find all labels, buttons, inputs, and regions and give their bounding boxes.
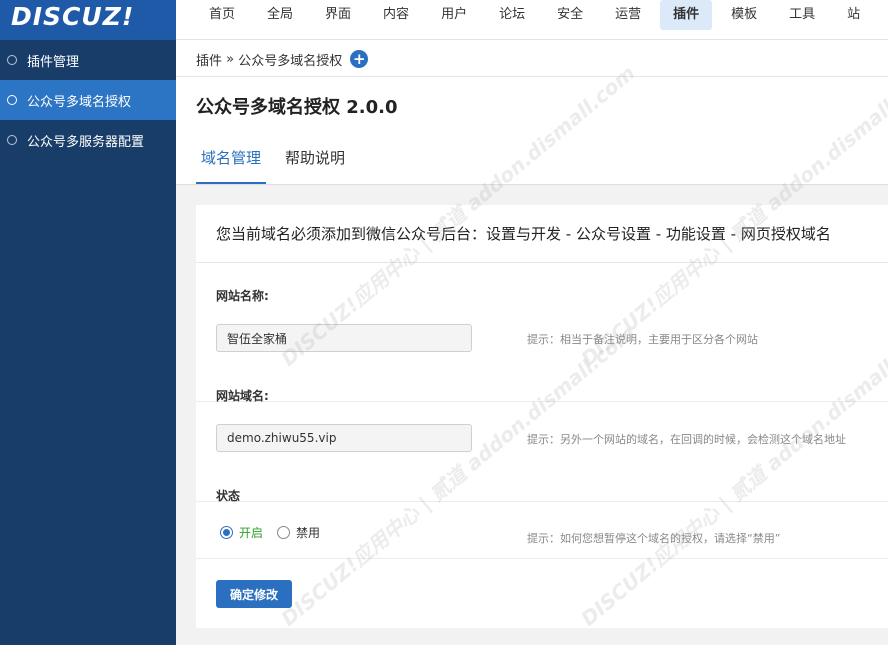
divider (196, 558, 888, 559)
site-domain-input[interactable] (216, 424, 472, 452)
sidebar: 插件管理 公众号多域名授权 公众号多服务器配置 (0, 40, 176, 645)
breadcrumb-root[interactable]: 插件 (196, 50, 222, 69)
status-on-label[interactable]: 开启 (239, 524, 263, 541)
domain-form-panel: 您当前域名必须添加到微信公众号后台：设置与开发 - 公众号设置 - 功能设置 -… (196, 205, 888, 628)
circle-icon (7, 95, 17, 105)
site-domain-hint: 提示：另外一个网站的域名，在回调的时候，会检测这个域名地址 (527, 433, 846, 446)
divider (196, 401, 888, 402)
status-hint: 提示：如何您想暂停这个域名的授权，请选择“禁用” (527, 532, 781, 545)
breadcrumb-current: 公众号多域名授权 (238, 53, 343, 69)
page-header: 插件 » 公众号多域名授权 + 公众号多域名授权 2.0.0 域名管理 帮助说明 (176, 40, 888, 185)
sidebar-item-label: 公众号多域名授权 (27, 94, 132, 110)
tab-domain-manage[interactable]: 域名管理 (196, 147, 267, 184)
status-radio-group: 开启 禁用 (220, 524, 320, 541)
circle-icon (7, 135, 17, 145)
page-title: 公众号多域名授权 2.0.0 (196, 97, 398, 118)
add-icon[interactable]: + (350, 50, 369, 68)
breadcrumb-separator: » (222, 51, 239, 67)
nav-item-content[interactable]: 内容 (370, 0, 422, 30)
main-content: 插件 » 公众号多域名授权 + 公众号多域名授权 2.0.0 域名管理 帮助说明… (176, 40, 888, 645)
status-on-radio[interactable] (220, 526, 233, 539)
nav-item-user[interactable]: 用户 (428, 0, 480, 30)
nav-item-style[interactable]: 界面 (312, 0, 364, 30)
status-label: 状态 (216, 489, 241, 503)
site-name-input[interactable] (216, 324, 472, 352)
site-domain-label: 网站域名: (216, 389, 269, 403)
status-off-label[interactable]: 禁用 (296, 524, 320, 541)
nav-item-forum[interactable]: 论坛 (486, 0, 538, 30)
site-name-hint: 提示：相当于备注说明，主要用于区分各个网站 (527, 333, 758, 346)
nav-item-safe[interactable]: 安全 (544, 0, 596, 30)
discuz-logo[interactable]: DISCUZ! (0, 0, 176, 40)
nav-item-plugin[interactable]: 插件 (660, 0, 713, 30)
nav-item-template[interactable]: 模板 (718, 0, 770, 30)
nav-item-site[interactable]: 站 (834, 0, 873, 30)
divider (196, 501, 888, 502)
tab-help[interactable]: 帮助说明 (280, 147, 350, 184)
tab-bar: 域名管理 帮助说明 (196, 147, 364, 184)
nav-item-home[interactable]: 首页 (196, 0, 248, 30)
divider (176, 76, 888, 77)
circle-icon (7, 55, 17, 65)
sidebar-item-multi-server-config[interactable]: 公众号多服务器配置 (0, 120, 176, 160)
submit-button[interactable]: 确定修改 (216, 580, 292, 608)
top-nav: 首页 全局 界面 内容 用户 论坛 安全 运营 插件 模板 工具 站 (196, 0, 879, 40)
breadcrumb: 插件 » 公众号多域名授权 + (196, 50, 369, 69)
site-name-label: 网站名称: (216, 289, 269, 303)
nav-item-tools[interactable]: 工具 (776, 0, 828, 30)
top-bar: DISCUZ! 首页 全局 界面 内容 用户 论坛 安全 运营 插件 模板 工具… (0, 0, 888, 40)
domain-notice: 您当前域名必须添加到微信公众号后台：设置与开发 - 公众号设置 - 功能设置 -… (196, 205, 888, 263)
sidebar-item-label: 插件管理 (27, 54, 80, 70)
status-off-radio[interactable] (277, 526, 291, 539)
nav-item-operation[interactable]: 运营 (602, 0, 654, 30)
sidebar-item-label: 公众号多服务器配置 (27, 134, 145, 150)
sidebar-item-plugin-manage[interactable]: 插件管理 (0, 40, 176, 80)
nav-item-global[interactable]: 全局 (254, 0, 306, 30)
sidebar-item-multi-domain-auth[interactable]: 公众号多域名授权 (0, 80, 176, 120)
